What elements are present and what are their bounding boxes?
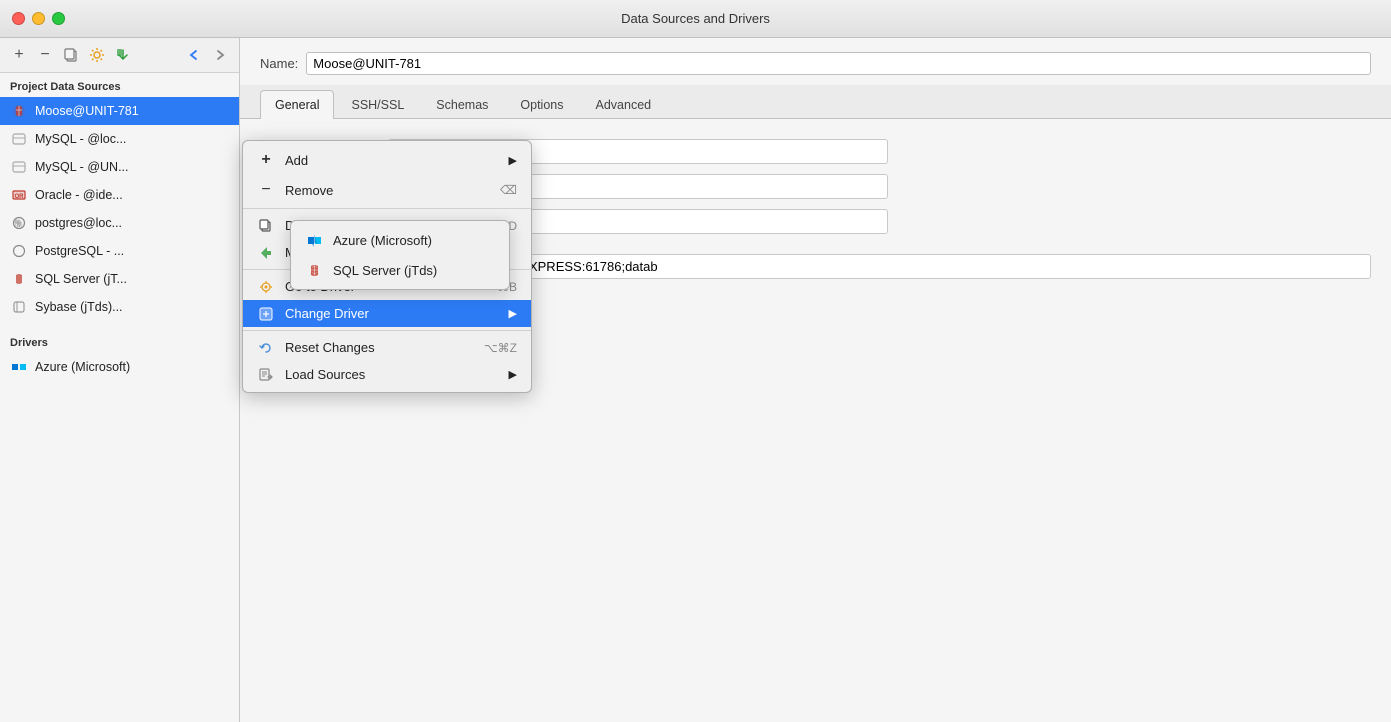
list-item[interactable]: PostgreSQL - ... (0, 237, 239, 265)
maximize-button[interactable] (52, 12, 65, 25)
tab-options[interactable]: Options (505, 90, 578, 119)
datasource-list: Moose@UNIT-781 MySQL - @loc... (0, 97, 239, 722)
remove-icon: − (257, 181, 275, 199)
menu-label: Change Driver (285, 306, 495, 321)
list-item[interactable]: SQL Server (jT... (0, 265, 239, 293)
tab-ssh-ssl[interactable]: SSH/SSL (336, 90, 419, 119)
list-item[interactable]: 🐘 postgres@loc... (0, 209, 239, 237)
menu-label: Add (285, 153, 495, 168)
tabs-bar: General SSH/SSL Schemas Options Advanced (240, 85, 1391, 119)
sqlserver-icon (10, 270, 28, 288)
list-item-label: SQL Server (jT... (35, 272, 127, 286)
list-item[interactable]: Moose@UNIT-781 (0, 97, 239, 125)
menu-label: Load Sources (285, 367, 495, 382)
submenu: Azure (Microsoft) SQL Server (jTds) (290, 220, 510, 290)
list-item[interactable]: Azure (Microsoft) (0, 353, 239, 381)
shortcut-text: ⌫ (500, 183, 517, 197)
svg-text:🐘: 🐘 (14, 219, 24, 228)
duplicate-button[interactable] (60, 44, 82, 66)
menu-item-change-driver[interactable]: Change Driver ▶ (243, 300, 531, 327)
minimize-button[interactable] (32, 12, 45, 25)
mysql-icon (10, 130, 28, 148)
azure-icon (10, 358, 28, 376)
menu-separator (243, 208, 531, 209)
add-icon: + (257, 151, 275, 169)
list-item-label: PostgreSQL - ... (35, 244, 124, 258)
duplicate-icon (257, 219, 275, 233)
list-item-label: Sybase (jTds)... (35, 300, 123, 314)
title-bar: Data Sources and Drivers (0, 0, 1391, 38)
submenu-label: SQL Server (jTds) (333, 263, 437, 278)
list-item-label: MySQL - @UN... (35, 160, 128, 174)
sqlserver-icon (305, 261, 323, 279)
tab-general[interactable]: General (260, 90, 334, 119)
list-item[interactable]: MySQL - @UN... (0, 153, 239, 181)
menu-label: Reset Changes (285, 340, 474, 355)
nav-buttons (183, 44, 231, 66)
postgres-icon: 🐘 (10, 214, 28, 232)
arrow-icon: ▶ (509, 154, 517, 167)
menu-separator (243, 330, 531, 331)
svg-text:OR: OR (15, 194, 25, 200)
arrow-icon: ▶ (509, 307, 517, 320)
azure-icon (305, 231, 323, 249)
go-to-driver-icon (257, 280, 275, 294)
tab-schemas[interactable]: Schemas (421, 90, 503, 119)
drivers-section-header: Drivers (0, 329, 239, 353)
menu-item-remove[interactable]: − Remove ⌫ (243, 175, 531, 205)
list-item[interactable]: Sybase (jTds)... (0, 293, 239, 321)
submenu-item-sqlserver[interactable]: SQL Server (jTds) (291, 255, 509, 285)
list-item[interactable]: OR Oracle - @ide... (0, 181, 239, 209)
menu-item-load-sources[interactable]: Load Sources ▶ (243, 361, 531, 388)
list-item-label: Oracle - @ide... (35, 188, 123, 202)
window-title: Data Sources and Drivers (621, 11, 770, 26)
submenu-label: Azure (Microsoft) (333, 233, 432, 248)
list-item-label: Azure (Microsoft) (35, 360, 130, 374)
reset-icon (257, 341, 275, 355)
import-button[interactable] (112, 44, 134, 66)
close-button[interactable] (12, 12, 25, 25)
change-driver-icon (257, 307, 275, 321)
list-item[interactable]: MySQL - @loc... (0, 125, 239, 153)
menu-item-add[interactable]: + Add ▶ (243, 145, 531, 175)
toolbar: + − (0, 38, 239, 73)
main-container: + − (0, 38, 1391, 722)
sqlserver-icon (10, 102, 28, 120)
arrow-icon: ▶ (509, 368, 517, 381)
name-input[interactable] (306, 52, 1371, 75)
load-sources-icon (257, 368, 275, 382)
name-label: Name: (260, 56, 298, 71)
list-item-label: Moose@UNIT-781 (35, 104, 139, 118)
shortcut-text: ⌥⌘Z (484, 341, 517, 355)
name-row: Name: (240, 38, 1391, 85)
left-panel: + − (0, 38, 240, 722)
window-controls (12, 12, 65, 25)
postgres-icon (10, 242, 28, 260)
mysql-icon (10, 158, 28, 176)
configure-button[interactable] (86, 44, 108, 66)
project-section-header: Project Data Sources (0, 73, 239, 97)
submenu-item-azure[interactable]: Azure (Microsoft) (291, 225, 509, 255)
forward-button[interactable] (209, 44, 231, 66)
oracle-icon: OR (10, 186, 28, 204)
list-item-label: postgres@loc... (35, 216, 122, 230)
tab-advanced[interactable]: Advanced (581, 90, 667, 119)
add-button[interactable]: + (8, 44, 30, 66)
remove-button[interactable]: − (34, 44, 56, 66)
menu-label: Remove (285, 183, 490, 198)
menu-item-reset-changes[interactable]: Reset Changes ⌥⌘Z (243, 334, 531, 361)
make-global-icon (257, 246, 275, 260)
drivers-section: Drivers Azure (Microsoft) (0, 321, 239, 381)
back-button[interactable] (183, 44, 205, 66)
list-item-label: MySQL - @loc... (35, 132, 126, 146)
sybase-icon (10, 298, 28, 316)
